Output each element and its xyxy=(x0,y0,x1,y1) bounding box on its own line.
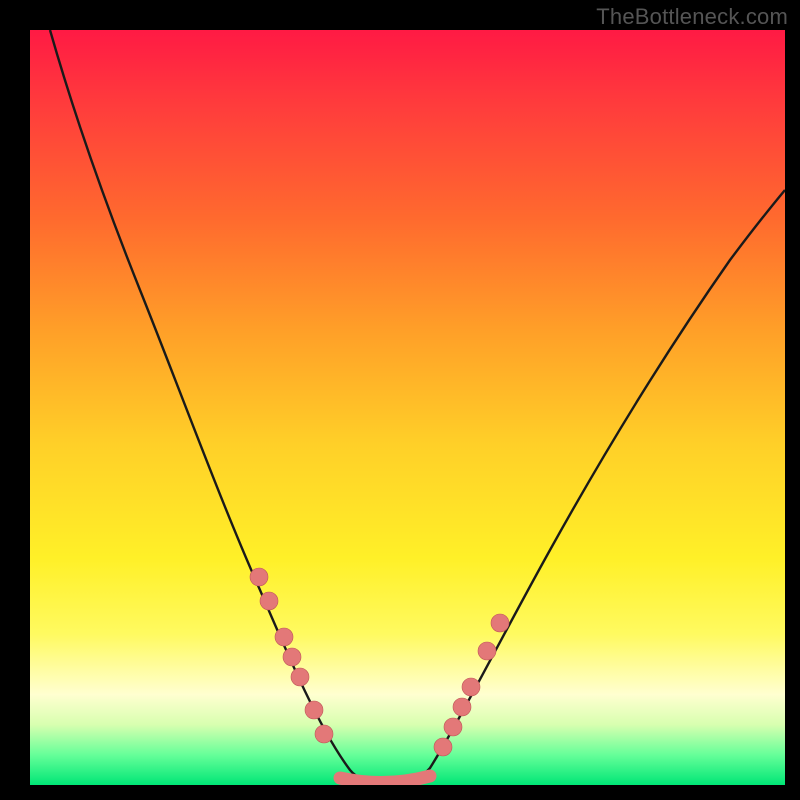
marker-dot xyxy=(462,678,480,696)
marker-dot xyxy=(434,738,452,756)
marker-dot xyxy=(250,568,268,586)
chart-area xyxy=(30,30,785,785)
marker-dot xyxy=(453,698,471,716)
marker-dot xyxy=(291,668,309,686)
marker-dot xyxy=(315,725,333,743)
marker-dot xyxy=(478,642,496,660)
bottleneck-curve xyxy=(50,30,785,785)
bottom-band xyxy=(340,776,430,783)
watermark-text: TheBottleneck.com xyxy=(596,4,788,30)
marker-dot xyxy=(491,614,509,632)
marker-dot xyxy=(444,718,462,736)
marker-dot xyxy=(275,628,293,646)
curve-svg xyxy=(30,30,785,785)
marker-dot xyxy=(260,592,278,610)
marker-dot xyxy=(283,648,301,666)
marker-dot xyxy=(305,701,323,719)
